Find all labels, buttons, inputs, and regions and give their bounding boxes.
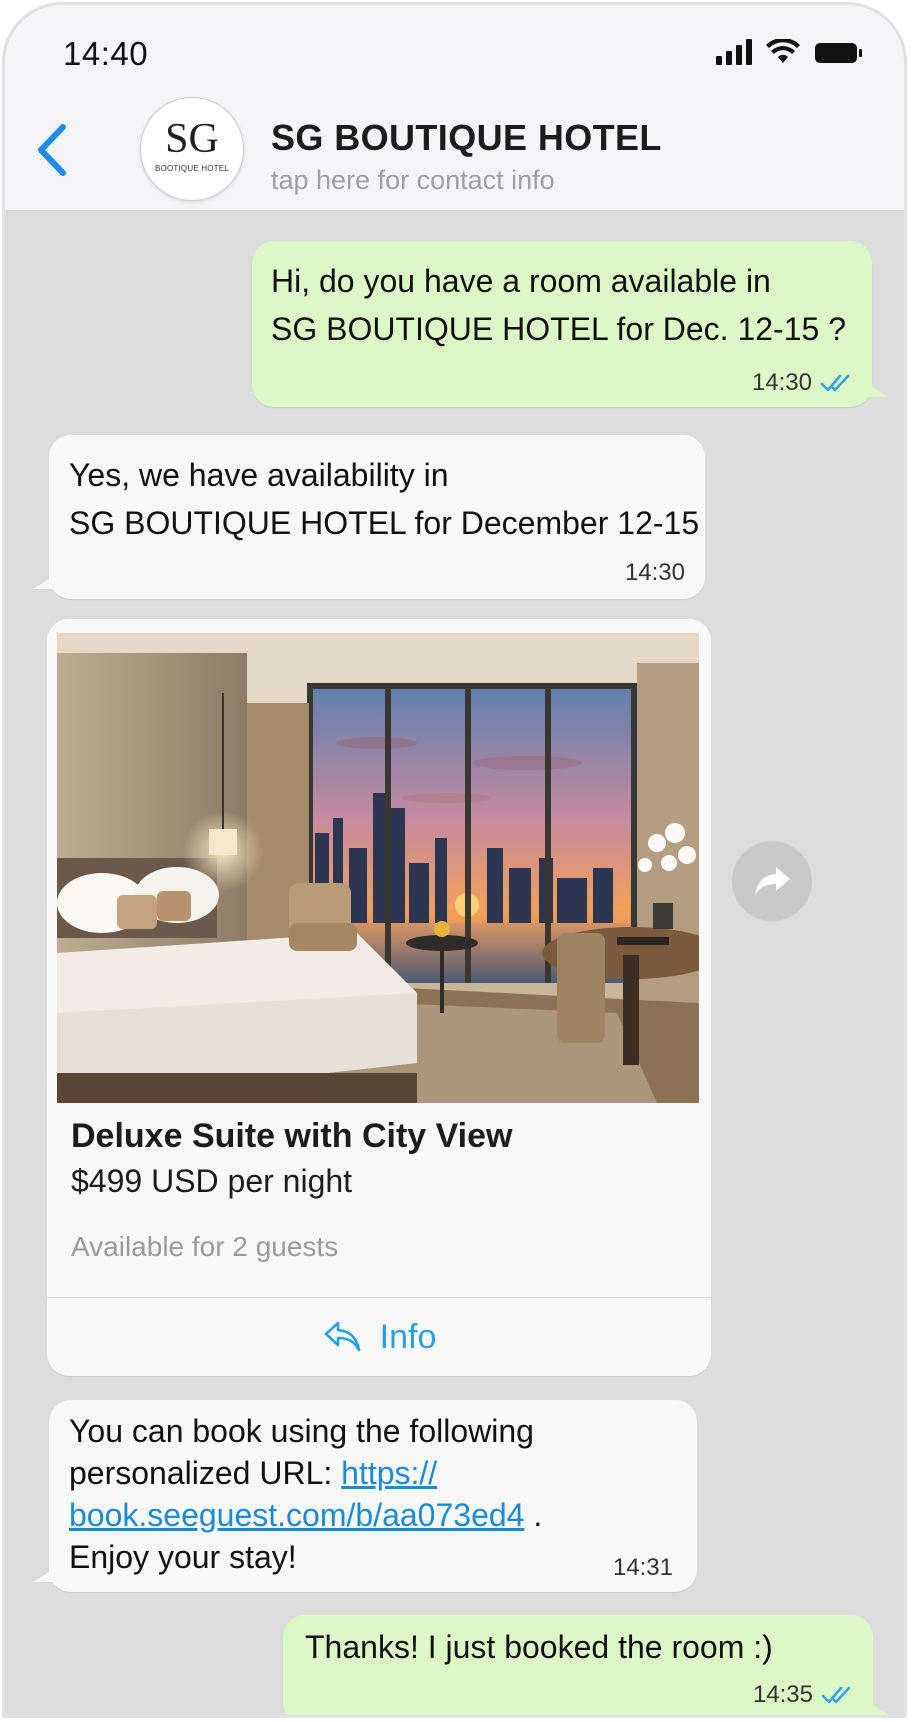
booking-link-part: book.seeguest.com/b/aa073ed4 (69, 1497, 525, 1533)
message-line: Hi, do you have a room available in (271, 263, 771, 299)
bubble-tail (867, 1701, 889, 1715)
message-meta: 14:30 (752, 369, 852, 397)
avatar-logo-text: BOOTIQUE HOTEL (155, 164, 229, 173)
message-line: Yes, we have availability in (69, 457, 449, 493)
booking-link-part: https:// (341, 1455, 438, 1491)
message-text: Yes, we have availability in SG BOUTIQUE… (69, 451, 699, 547)
contact-name[interactable]: SG BOUTIQUE HOTEL (271, 117, 662, 159)
message-text: Thanks! I just booked the room :) (305, 1623, 773, 1671)
double-check-icon (821, 1686, 851, 1704)
message-timestamp: 14:30 (751, 369, 812, 396)
room-offer-card[interactable]: Deluxe Suite with City View $499 USD per… (47, 619, 711, 1376)
message-line: Thanks! I just booked the room :) (305, 1629, 773, 1665)
message-bubble-outgoing[interactable]: Hi, do you have a room available in SG B… (252, 241, 888, 407)
phone-frame: 14:40 SG BOOTIQUE HOTEL SG BOUTIQUE HOTE… (2, 2, 907, 1718)
contact-info-hint[interactable]: tap here for contact info (271, 165, 555, 196)
message-meta: 14:31 (613, 1554, 673, 1582)
message-text: You can book using the following persona… (69, 1410, 629, 1578)
status-time: 14:40 (63, 35, 149, 72)
battery-icon (815, 43, 862, 63)
room-title: Deluxe Suite with City View (71, 1117, 513, 1155)
bubble-tail (33, 1568, 55, 1582)
message-text: Hi, do you have a room available in SG B… (271, 257, 846, 353)
room-guests: Available for 2 guests (71, 1231, 339, 1262)
message-timestamp: 14:31 (612, 1554, 673, 1581)
info-button[interactable]: Info (47, 1298, 711, 1376)
bubble-tail (33, 575, 55, 589)
info-button-label: Info (379, 1317, 437, 1356)
forward-arrow-icon (755, 867, 790, 895)
cellular-signal-icon (716, 39, 752, 65)
status-icons (716, 39, 864, 65)
message-line: SG BOUTIQUE HOTEL for Dec. 12-15 ? (271, 311, 846, 347)
message-line: SG BOUTIQUE HOTEL for December 12-15 (69, 505, 700, 541)
avatar[interactable]: SG BOOTIQUE HOTEL (140, 97, 244, 201)
chat-header: 14:40 SG BOOTIQUE HOTEL SG BOUTIQUE HOTE… (5, 5, 904, 211)
room-photo[interactable] (57, 633, 699, 1103)
chevron-left-icon[interactable] (33, 121, 73, 179)
avatar-logo-mark: SG (165, 116, 219, 162)
forward-button[interactable] (732, 841, 812, 921)
message-timestamp: 14:30 (624, 559, 685, 586)
room-price: $499 USD per night (71, 1163, 353, 1199)
message-bubble-incoming[interactable]: Yes, we have availability in SG BOUTIQUE… (33, 435, 705, 599)
message-meta: 14:35 (753, 1681, 853, 1709)
bubble-tail (866, 383, 888, 397)
message-meta: 14:30 (625, 559, 685, 587)
wifi-icon (766, 39, 800, 63)
message-bubble-incoming[interactable]: You can book using the following persona… (33, 1400, 697, 1592)
message-text-part: You can book using the following persona… (69, 1413, 534, 1491)
message-timestamp: 14:35 (752, 1681, 813, 1708)
message-bubble-outgoing[interactable]: Thanks! I just booked the room :) 14:35 (283, 1615, 889, 1715)
reply-arrow-icon (324, 1321, 360, 1352)
double-check-icon (820, 374, 850, 392)
